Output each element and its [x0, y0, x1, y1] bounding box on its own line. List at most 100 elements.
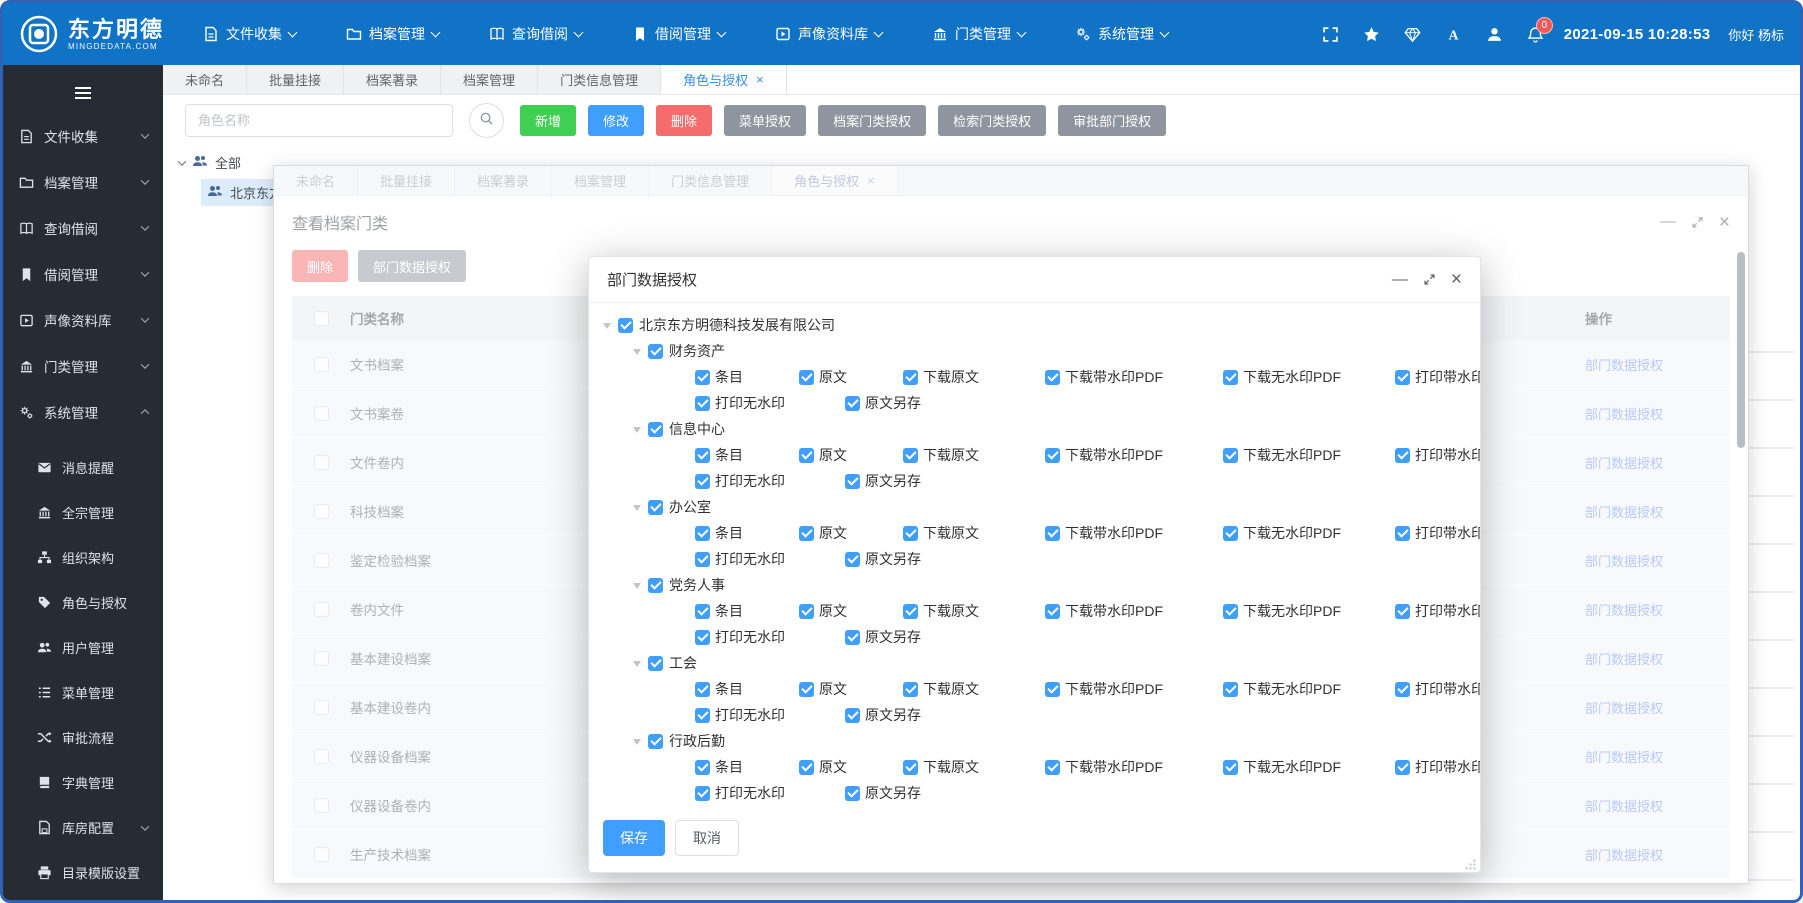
- nav-item-bank[interactable]: 门类管理: [932, 24, 1025, 44]
- tab-4[interactable]: 门类信息管理: [649, 166, 772, 195]
- checkbox-checked-icon[interactable]: [1045, 370, 1060, 385]
- checkbox-checked-icon[interactable]: [845, 474, 860, 489]
- checkbox-checked-icon[interactable]: [845, 630, 860, 645]
- row-checkbox-icon[interactable]: [314, 504, 329, 519]
- checkbox-checked-icon[interactable]: [799, 760, 814, 775]
- row-checkbox-icon[interactable]: [314, 700, 329, 715]
- checkbox-checked-icon[interactable]: [695, 448, 710, 463]
- checkbox-checked-icon[interactable]: [799, 604, 814, 619]
- dept-auth-link[interactable]: 部门数据授权: [1585, 358, 1663, 373]
- row-checkbox-icon[interactable]: [314, 602, 329, 617]
- checkbox-checked-icon[interactable]: [1045, 682, 1060, 697]
- dept-auth-link[interactable]: 部门数据授权: [1585, 701, 1663, 716]
- checkbox-checked-icon[interactable]: [695, 396, 710, 411]
- tab-0[interactable]: 未命名: [163, 65, 247, 94]
- font-button[interactable]: A: [1445, 26, 1462, 43]
- caret-down-icon[interactable]: [633, 427, 641, 437]
- checkbox-checked-icon[interactable]: [695, 370, 710, 385]
- user-button[interactable]: [1486, 26, 1503, 43]
- tab-3[interactable]: 档案管理: [552, 166, 649, 195]
- sidebar-subitem-warehouse[interactable]: 库房配置: [3, 805, 163, 850]
- checkbox-checked-icon[interactable]: [695, 786, 710, 801]
- caret-down-icon[interactable]: [633, 739, 641, 749]
- sidebar-subitem-tag[interactable]: 角色与授权: [3, 580, 163, 625]
- nav-item-bookmark[interactable]: 借阅管理: [632, 24, 725, 44]
- dept-auth-link[interactable]: 部门数据授权: [1585, 456, 1663, 471]
- toolbar-button-6[interactable]: 审批部门授权: [1058, 105, 1166, 136]
- tab-1[interactable]: 批量挂接: [247, 65, 344, 94]
- checkbox-checked-icon[interactable]: [1223, 604, 1238, 619]
- dept-auth-link[interactable]: 部门数据授权: [1585, 848, 1663, 863]
- checkbox-checked-icon[interactable]: [1395, 448, 1410, 463]
- nav-item-folder[interactable]: 档案管理: [346, 24, 439, 44]
- checkbox-checked-icon[interactable]: [618, 318, 633, 333]
- row-checkbox-icon[interactable]: [314, 651, 329, 666]
- checkbox-checked-icon[interactable]: [648, 500, 663, 515]
- checkbox-checked-icon[interactable]: [695, 474, 710, 489]
- checkbox-checked-icon[interactable]: [1223, 370, 1238, 385]
- caret-down-icon[interactable]: [633, 349, 641, 359]
- checkbox-checked-icon[interactable]: [648, 578, 663, 593]
- checkbox-checked-icon[interactable]: [903, 526, 918, 541]
- checkbox-checked-icon[interactable]: [845, 552, 860, 567]
- close-icon[interactable]: ×: [1451, 270, 1462, 289]
- checkbox-checked-icon[interactable]: [1045, 526, 1060, 541]
- sidebar-item-media[interactable]: 声像资料库: [3, 297, 163, 343]
- tab-5[interactable]: 角色与授权×: [661, 65, 787, 94]
- minimize-icon[interactable]: —: [1660, 214, 1676, 230]
- sidebar-item-bookmark[interactable]: 借阅管理: [3, 251, 163, 297]
- close-icon[interactable]: ×: [1719, 213, 1730, 232]
- tab-4[interactable]: 门类信息管理: [538, 65, 661, 94]
- hamburger-icon[interactable]: [3, 73, 163, 113]
- row-checkbox-icon[interactable]: [314, 406, 329, 421]
- close-icon[interactable]: ×: [867, 174, 875, 187]
- sidebar-item-bank[interactable]: 门类管理: [3, 343, 163, 389]
- org-tree-root[interactable]: 全部: [179, 153, 241, 172]
- dept-auth-link[interactable]: 部门数据授权: [1585, 652, 1663, 667]
- checkbox-checked-icon[interactable]: [1395, 760, 1410, 775]
- sidebar-subitem-printer[interactable]: 目录模版设置: [3, 850, 163, 895]
- row-checkbox-icon[interactable]: [314, 798, 329, 813]
- cancel-button[interactable]: 取消: [675, 820, 739, 856]
- sidebar-item-gears[interactable]: 系统管理: [3, 389, 163, 435]
- checkbox-checked-icon[interactable]: [695, 630, 710, 645]
- checkbox-checked-icon[interactable]: [1395, 604, 1410, 619]
- checkbox-checked-icon[interactable]: [1223, 760, 1238, 775]
- bell-button[interactable]: 0: [1527, 26, 1544, 43]
- checkbox-checked-icon[interactable]: [845, 708, 860, 723]
- toolbar-button-3[interactable]: 菜单授权: [724, 105, 806, 136]
- dept-auth-link[interactable]: 部门数据授权: [1585, 554, 1663, 569]
- nav-item-file[interactable]: 文件收集: [203, 24, 296, 44]
- row-checkbox-icon[interactable]: [314, 553, 329, 568]
- sidebar-subitem-menu-list[interactable]: 菜单管理: [3, 670, 163, 715]
- sidebar-item-folder[interactable]: 档案管理: [3, 159, 163, 205]
- dept-auth-link[interactable]: 部门数据授权: [1585, 505, 1663, 520]
- resize-handle-icon[interactable]: [1465, 857, 1476, 868]
- toolbar-button-5[interactable]: 检索门类授权: [938, 105, 1046, 136]
- toolbar-button-0[interactable]: 新增: [520, 105, 576, 136]
- star-button[interactable]: [1363, 26, 1380, 43]
- sidebar-subitem-shuffle[interactable]: 审批流程: [3, 715, 163, 760]
- checkbox-checked-icon[interactable]: [1395, 682, 1410, 697]
- checkbox-checked-icon[interactable]: [845, 396, 860, 411]
- checkbox-checked-icon[interactable]: [799, 526, 814, 541]
- select-all-checkbox-icon[interactable]: [314, 311, 329, 326]
- row-checkbox-icon[interactable]: [314, 847, 329, 862]
- checkbox-checked-icon[interactable]: [799, 448, 814, 463]
- checkbox-checked-icon[interactable]: [695, 760, 710, 775]
- toolbar-button-4[interactable]: 档案门类授权: [818, 105, 926, 136]
- sidebar-subitem-sitemap[interactable]: 组织架构: [3, 535, 163, 580]
- checkbox-checked-icon[interactable]: [1045, 448, 1060, 463]
- sidebar-subitem-bank[interactable]: 全宗管理: [3, 490, 163, 535]
- checkbox-checked-icon[interactable]: [1223, 682, 1238, 697]
- checkbox-checked-icon[interactable]: [799, 370, 814, 385]
- checkbox-checked-icon[interactable]: [695, 682, 710, 697]
- minimize-icon[interactable]: —: [1392, 272, 1408, 288]
- checkbox-checked-icon[interactable]: [648, 734, 663, 749]
- tab-2[interactable]: 档案著录: [344, 65, 441, 94]
- row-checkbox-icon[interactable]: [314, 455, 329, 470]
- checkbox-checked-icon[interactable]: [799, 682, 814, 697]
- save-button[interactable]: 保存: [603, 820, 665, 856]
- checkbox-checked-icon[interactable]: [903, 682, 918, 697]
- checkbox-checked-icon[interactable]: [903, 760, 918, 775]
